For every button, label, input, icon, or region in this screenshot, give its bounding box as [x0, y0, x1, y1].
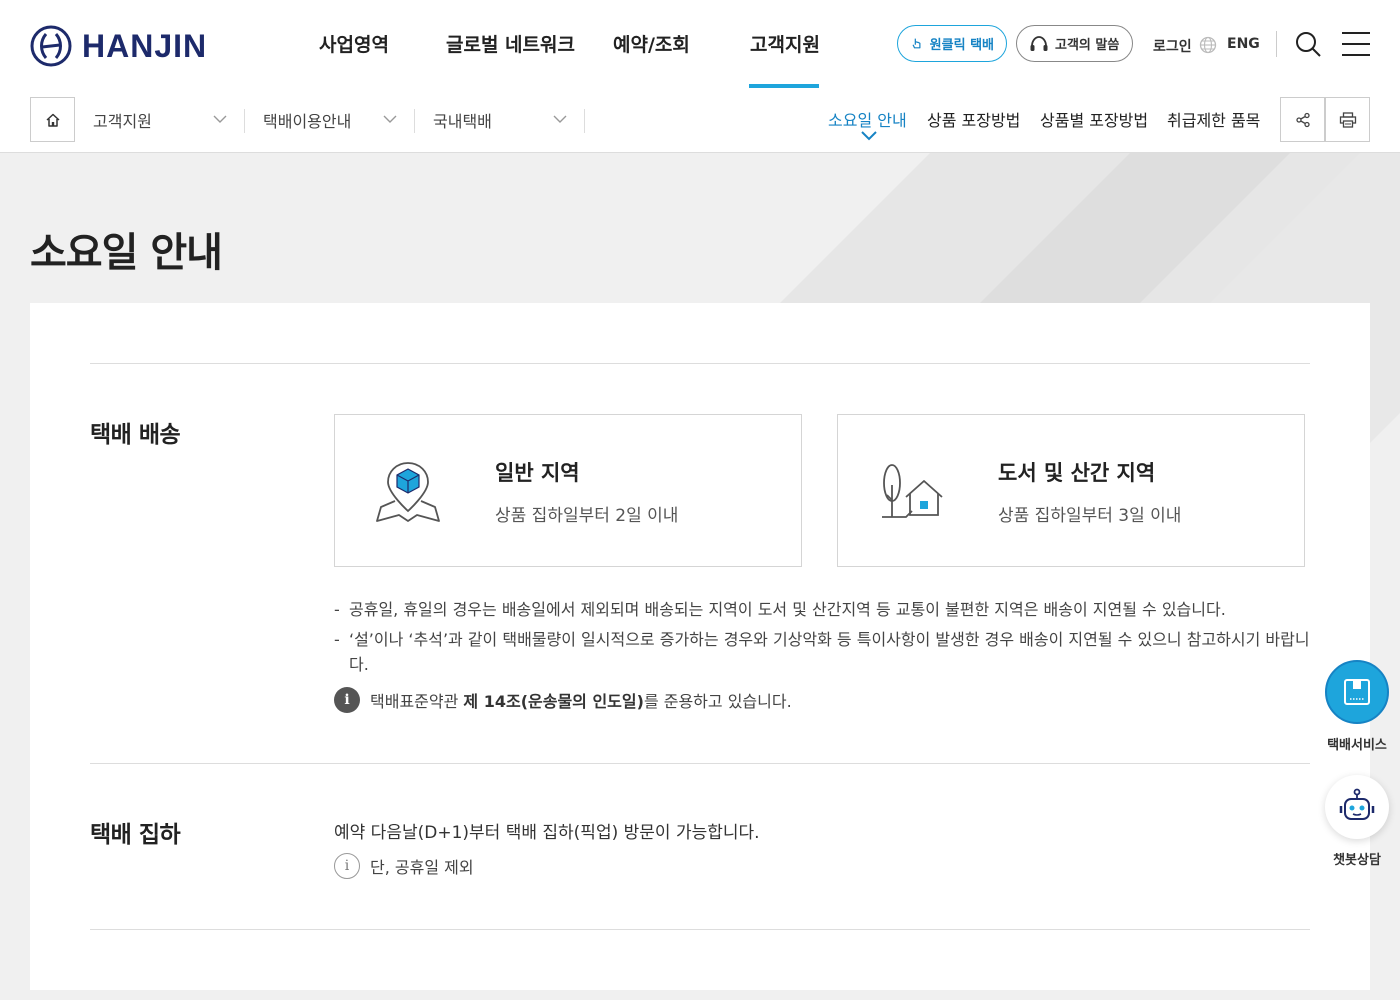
chatbot-float-button[interactable] [1325, 775, 1389, 839]
home-button[interactable] [30, 97, 75, 142]
delivery-note-2: ‘설’이나 ‘추석’과 같이 택배물량이 일시적으로 증가하는 경우와 기상악화… [334, 627, 1314, 677]
share-icon [1295, 112, 1310, 127]
house-tree-icon [882, 464, 943, 518]
delivery-section-title: 택배 배송 [90, 422, 181, 448]
hanjin-logo-icon [30, 25, 72, 67]
active-tab-chevron-icon [861, 131, 877, 141]
region-card-general: 일반 지역 상품 집하일부터 2일 이내 [334, 414, 802, 567]
region-title-general: 일반 지역 [495, 461, 580, 485]
terms-info-row: i 택배표준약관 제 14조(운송물의 인도일)를 준용하고 있습니다. [334, 687, 792, 713]
search-icon[interactable] [1294, 30, 1322, 58]
delivery-service-float-button[interactable] [1325, 660, 1389, 724]
breadcrumb-depth1[interactable]: 고객지원 [93, 97, 228, 142]
headset-icon [1030, 35, 1048, 51]
subtab-product-packing[interactable]: 상품별 포장방법 [1040, 107, 1148, 131]
region-title-island: 도서 및 산간 지역 [998, 461, 1156, 485]
customer-voice-label: 고객의 말씀 [1055, 38, 1120, 53]
chevron-down-icon [553, 115, 567, 123]
chevron-down-icon [213, 115, 227, 123]
oneclick-delivery-button[interactable]: 원클릭 택배 [897, 25, 1007, 62]
region-card-island: 도서 및 산간 지역 상품 집하일부터 3일 이내 [837, 414, 1305, 567]
region-desc-island: 상품 집하일부터 3일 이내 [998, 506, 1182, 526]
share-button[interactable] [1280, 97, 1325, 142]
chatbot-label: 챗봇상담 [1333, 853, 1381, 868]
section-divider [90, 363, 1310, 364]
pickup-section-title: 택배 집하 [90, 822, 181, 848]
logo[interactable]: HANJIN [30, 25, 207, 67]
gnb-item-reservation[interactable]: 예약/조회 [613, 30, 690, 57]
pickup-note-row: i 단, 공휴일 제외 [334, 853, 474, 879]
gnb-item-network[interactable]: 글로벌 네트워크 [446, 30, 575, 57]
breadcrumb-depth1-label: 고객지원 [93, 111, 152, 131]
chevron-down-icon [383, 115, 397, 123]
login-link[interactable]: 로그인 [1153, 36, 1192, 56]
terms-info-text: 택배표준약관 제 14조(운송물의 인도일)를 준용하고 있습니다. [370, 688, 792, 712]
breadcrumb-depth2-label: 택배이용안내 [263, 111, 352, 131]
breadcrumb-divider [414, 109, 415, 133]
page-title: 소요일 안내 [30, 230, 223, 276]
subtab-packing[interactable]: 상품 포장방법 [927, 107, 1020, 131]
breadcrumb-divider [584, 109, 585, 133]
logo-text: HANJIN [82, 27, 208, 64]
info-outline-icon: i [334, 853, 360, 879]
parcel-box-icon [1344, 679, 1370, 705]
terms-info-suffix: 를 준용하고 있습니다. [643, 692, 792, 711]
language-toggle[interactable]: ENG [1227, 36, 1260, 52]
breadcrumb-depth2[interactable]: 택배이용안내 [263, 97, 398, 142]
printer-icon [1339, 111, 1356, 128]
breadcrumb-divider [244, 109, 245, 133]
content-card: 택배 배송 일반 지역 상품 집하일부터 2일 이내 도서 및 산간 지역 상품… [30, 303, 1370, 990]
home-icon [45, 113, 60, 127]
hamburger-menu-icon[interactable] [1342, 32, 1370, 56]
delivery-service-label: 택배서비스 [1327, 738, 1387, 753]
breadcrumb-depth3[interactable]: 국내택배 [433, 97, 568, 142]
pickup-text: 예약 다음날(D+1)부터 택배 집하(픽업) 방문이 가능합니다. [334, 823, 760, 843]
oneclick-label: 원클릭 택배 [929, 38, 994, 53]
terms-info-prefix: 택배표준약관 [370, 692, 459, 711]
region-desc-general: 상품 집하일부터 2일 이내 [495, 506, 679, 526]
globe-icon [1199, 36, 1217, 54]
section-divider [90, 929, 1310, 930]
map-pin-box-icon [376, 462, 440, 522]
info-icon: i [334, 687, 360, 713]
utility-divider [1276, 31, 1277, 57]
header: HANJIN 사업영역 글로벌 네트워크 예약/조회 고객지원 원클릭 택배 고… [0, 0, 1400, 88]
subtab-restricted-items[interactable]: 취급제한 품목 [1167, 107, 1260, 131]
subtab-duration[interactable]: 소요일 안내 [828, 107, 907, 131]
delivery-note-1: 공휴일, 휴일의 경우는 배송일에서 제외되며 배송되는 지역이 도서 및 산간… [334, 597, 1314, 622]
pickup-note-text: 단, 공휴일 제외 [370, 858, 474, 877]
robot-icon [1339, 788, 1375, 820]
gnb-item-support[interactable]: 고객지원 [750, 30, 820, 57]
terms-info-article: 제 14조(운송물의 인도일) [463, 692, 644, 711]
section-divider [90, 763, 1310, 764]
breadcrumb-depth3-label: 국내택배 [433, 111, 492, 131]
print-button[interactable] [1325, 97, 1370, 142]
gnb-item-business[interactable]: 사업영역 [319, 30, 389, 57]
location-bar: 고객지원 택배이용안내 국내택배 소요일 안내 상품 포장방법 상품별 포장방법… [0, 88, 1400, 153]
hand-pointer-icon [912, 38, 921, 48]
customer-voice-button[interactable]: 고객의 말씀 [1016, 25, 1133, 62]
